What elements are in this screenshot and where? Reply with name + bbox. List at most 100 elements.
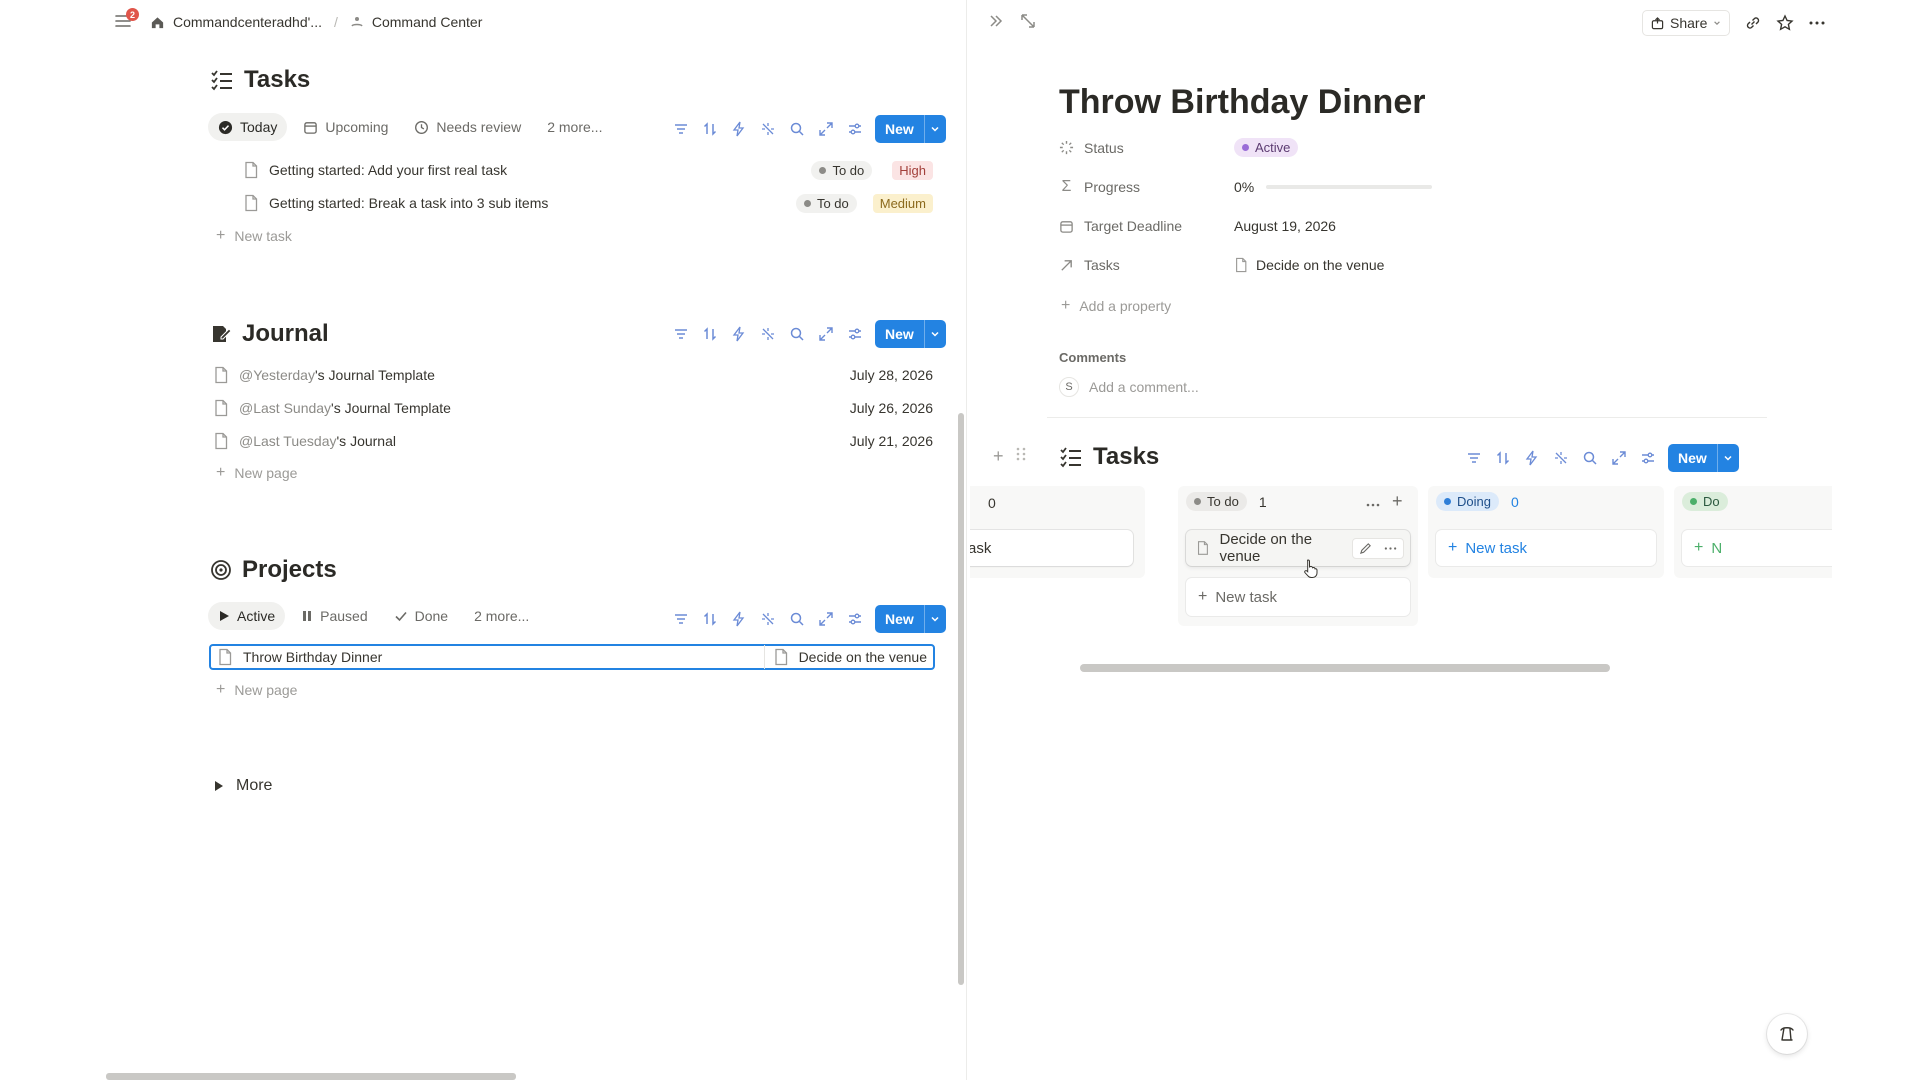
settings-sliders-icon[interactable] — [846, 610, 864, 628]
comment-input[interactable]: Add a comment... — [1089, 379, 1199, 395]
column-header[interactable]: To do 1 — [1186, 492, 1267, 511]
plus-icon[interactable]: + — [1392, 491, 1403, 512]
edit-pencil-icon[interactable] — [1359, 542, 1372, 555]
more-horizontal-icon[interactable] — [1384, 542, 1397, 555]
filter-icon[interactable] — [1465, 449, 1483, 467]
list-item[interactable]: @Last Sunday's Journal Template July 26,… — [213, 396, 933, 420]
tab-today[interactable]: Today — [208, 113, 288, 141]
filter-icon[interactable] — [672, 610, 690, 628]
plus-icon[interactable]: + — [993, 446, 1004, 467]
tab-more[interactable]: 2 more... — [464, 602, 539, 630]
tasks-new-button[interactable]: New — [875, 115, 946, 143]
tab-needs-review[interactable]: Needs review — [404, 113, 531, 141]
property-label[interactable]: Target Deadline — [1059, 218, 1234, 234]
chevron-down-icon[interactable] — [923, 320, 946, 348]
deadline-value[interactable]: August 19, 2026 — [1234, 218, 1336, 234]
vertical-scrollbar[interactable] — [958, 413, 964, 985]
journal-section-title[interactable]: Journal — [210, 320, 329, 348]
settings-sliders-icon[interactable] — [1639, 449, 1657, 467]
list-item[interactable]: @Last Tuesday's Journal July 21, 2026 — [213, 429, 933, 453]
automation-icon[interactable] — [1523, 449, 1541, 467]
link-icon[interactable] — [1744, 14, 1762, 32]
breadcrumb-workspace[interactable]: Commandcenteradhd'... — [150, 14, 322, 30]
add-card-button[interactable]: + New task — [1186, 578, 1410, 616]
document-icon — [215, 432, 228, 450]
settings-sliders-icon[interactable] — [846, 120, 864, 138]
comment-composer[interactable]: S Add a comment... — [1059, 377, 1199, 397]
progress-value: 0% — [1234, 179, 1255, 195]
expand-icon[interactable] — [1610, 449, 1628, 467]
sidebar-toggle[interactable]: 2 — [114, 8, 139, 32]
board-new-button[interactable]: New — [1668, 444, 1739, 472]
property-label[interactable]: Tasks — [1059, 257, 1234, 273]
double-chevron-right-icon[interactable] — [987, 12, 1005, 30]
share-button[interactable]: Share — [1642, 10, 1731, 36]
column-header[interactable]: Do — [1682, 492, 1728, 511]
page-title[interactable]: Throw Birthday Dinner — [1059, 83, 1425, 122]
automation-icon[interactable] — [730, 610, 748, 628]
projects-new-button[interactable]: New — [875, 605, 946, 633]
journal-new-button[interactable]: New — [875, 320, 946, 348]
add-card-button[interactable]: + New task — [1436, 530, 1656, 566]
help-button[interactable] — [1767, 1014, 1807, 1054]
filter-icon[interactable] — [672, 120, 690, 138]
expand-diagonal-icon[interactable] — [1019, 12, 1037, 30]
board-horizontal-scrollbar[interactable] — [1080, 664, 1610, 672]
tab-upcoming[interactable]: Upcoming — [293, 113, 398, 141]
status-badge[interactable]: Active — [1234, 138, 1299, 157]
table-row-selected[interactable]: Throw Birthday Dinner Decide on the venu… — [209, 644, 935, 670]
board-card[interactable]: ask — [970, 530, 1133, 566]
filter-icon[interactable] — [672, 325, 690, 343]
search-icon[interactable] — [788, 325, 806, 343]
add-property[interactable]: + Add a property — [1061, 297, 1171, 315]
drag-handle-icon[interactable] — [1016, 446, 1026, 462]
more-toggle[interactable]: More — [214, 777, 272, 795]
tasks-relation[interactable]: Decide on the venue — [1234, 257, 1384, 273]
horizontal-scrollbar[interactable] — [106, 1073, 516, 1080]
ai-sparkle-icon[interactable] — [1552, 449, 1570, 467]
add-card-button[interactable]: + N — [1682, 530, 1832, 566]
sort-icon[interactable] — [1494, 449, 1512, 467]
table-row[interactable]: Getting started: Add your first real tas… — [243, 158, 933, 182]
chevron-down-icon[interactable] — [923, 115, 946, 143]
projects-section-title[interactable]: Projects — [210, 556, 337, 584]
automation-icon[interactable] — [730, 120, 748, 138]
more-horizontal-icon[interactable] — [1808, 14, 1826, 32]
more-horizontal-icon[interactable] — [1366, 498, 1380, 512]
tab-paused[interactable]: Paused — [291, 602, 377, 630]
column-header[interactable]: Doing 0 — [1436, 492, 1519, 511]
search-icon[interactable] — [1581, 449, 1599, 467]
expand-icon[interactable] — [817, 610, 835, 628]
add-property-label: Add a property — [1079, 298, 1172, 314]
chevron-down-icon[interactable] — [1716, 444, 1739, 472]
sort-icon[interactable] — [701, 120, 719, 138]
ai-sparkle-icon[interactable] — [759, 325, 777, 343]
expand-icon[interactable] — [817, 325, 835, 343]
board-title[interactable]: Tasks — [1059, 443, 1159, 471]
tasks-section-title[interactable]: Tasks — [210, 66, 310, 94]
expand-icon[interactable] — [817, 120, 835, 138]
sort-icon[interactable] — [701, 610, 719, 628]
add-task-row[interactable]: + New task — [216, 227, 292, 245]
tab-active[interactable]: Active — [208, 602, 286, 630]
settings-sliders-icon[interactable] — [846, 325, 864, 343]
board-card[interactable]: Decide on the venue — [1186, 530, 1410, 566]
chevron-down-icon[interactable] — [923, 605, 946, 633]
table-row[interactable]: Getting started: Break a task into 3 sub… — [243, 191, 933, 215]
breadcrumb-page[interactable]: Command Center — [350, 14, 482, 30]
star-icon[interactable] — [1776, 14, 1794, 32]
project-task-relation[interactable]: Decide on the venue — [799, 649, 927, 665]
tab-done[interactable]: Done — [384, 602, 458, 630]
list-item[interactable]: @Yesterday's Journal Template July 28, 2… — [213, 363, 933, 387]
property-label[interactable]: Σ Progress — [1059, 178, 1234, 196]
search-icon[interactable] — [788, 610, 806, 628]
automation-icon[interactable] — [730, 325, 748, 343]
property-label[interactable]: Status — [1059, 140, 1234, 156]
ai-sparkle-icon[interactable] — [759, 120, 777, 138]
add-page-row[interactable]: + New page — [216, 464, 297, 482]
ai-sparkle-icon[interactable] — [759, 610, 777, 628]
sort-icon[interactable] — [701, 325, 719, 343]
search-icon[interactable] — [788, 120, 806, 138]
add-page-row[interactable]: + New page — [216, 681, 297, 699]
tab-more[interactable]: 2 more... — [537, 113, 612, 141]
